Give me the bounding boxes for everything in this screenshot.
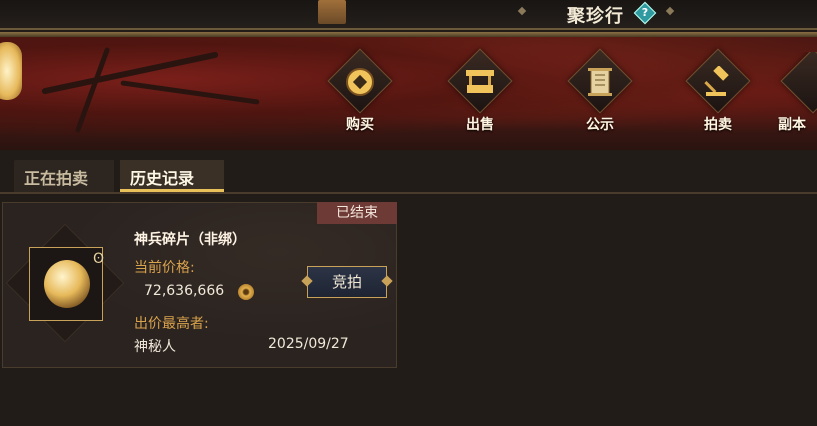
nav-auction-button[interactable]: 拍卖 — [678, 48, 758, 144]
weapon-fragment-icon — [44, 260, 90, 308]
nav-sell-label: 出售 — [466, 117, 494, 133]
tabs-divider — [0, 192, 817, 194]
top-bidder-label: 出价最高者: — [134, 316, 209, 332]
auction-date: 2025/09/27 — [268, 336, 349, 352]
nav-more-label: 副本 — [778, 117, 806, 133]
auction-card: 已结束 ʘ 神兵碎片（非绑） 当前价格: 72,636,666 竞拍 出价最高者… — [2, 202, 397, 368]
tab-history[interactable]: 历史记录 — [120, 160, 224, 192]
price-label: 当前价格: — [134, 260, 195, 276]
nav-buy-button[interactable]: 购买 — [320, 48, 400, 144]
tab-live-auction[interactable]: 正在拍卖 — [14, 160, 114, 192]
title-bar: 聚珍行 ? — [0, 0, 817, 30]
price-value: 72,636,666 — [144, 283, 225, 299]
item-slot[interactable]: ʘ — [29, 247, 105, 321]
lantern-icon — [0, 42, 22, 100]
nav-buy-label: 购买 — [346, 117, 374, 133]
coin-icon — [238, 284, 254, 300]
item-name: 神兵碎片（非绑） — [134, 232, 246, 248]
banner-rail — [0, 32, 817, 37]
nav-notice-label: 公示 — [586, 117, 614, 133]
gavel-icon — [700, 64, 736, 100]
lantern-decoration — [318, 0, 346, 24]
nav-notice-button[interactable]: 公示 — [560, 48, 640, 144]
nav-more-button[interactable]: 副本 — [773, 52, 817, 144]
coin-icon — [342, 64, 378, 100]
chain-icon: ʘ — [93, 251, 105, 267]
page-title: 聚珍行 — [567, 6, 624, 27]
nav-auction-label: 拍卖 — [704, 117, 732, 133]
status-badge: 已结束 — [317, 202, 397, 224]
top-bidder-name: 神秘人 — [134, 339, 176, 355]
title-ornament-right — [665, 6, 675, 16]
help-icon[interactable]: ? — [633, 1, 657, 25]
bid-button[interactable]: 竞拍 — [307, 266, 387, 298]
title-ornament-left — [517, 6, 527, 16]
scroll-icon — [582, 64, 618, 100]
stall-icon — [462, 64, 498, 100]
nav-diamond — [780, 52, 817, 114]
nav-sell-button[interactable]: 出售 — [440, 48, 520, 144]
help-icon-glyph: ? — [641, 6, 649, 19]
